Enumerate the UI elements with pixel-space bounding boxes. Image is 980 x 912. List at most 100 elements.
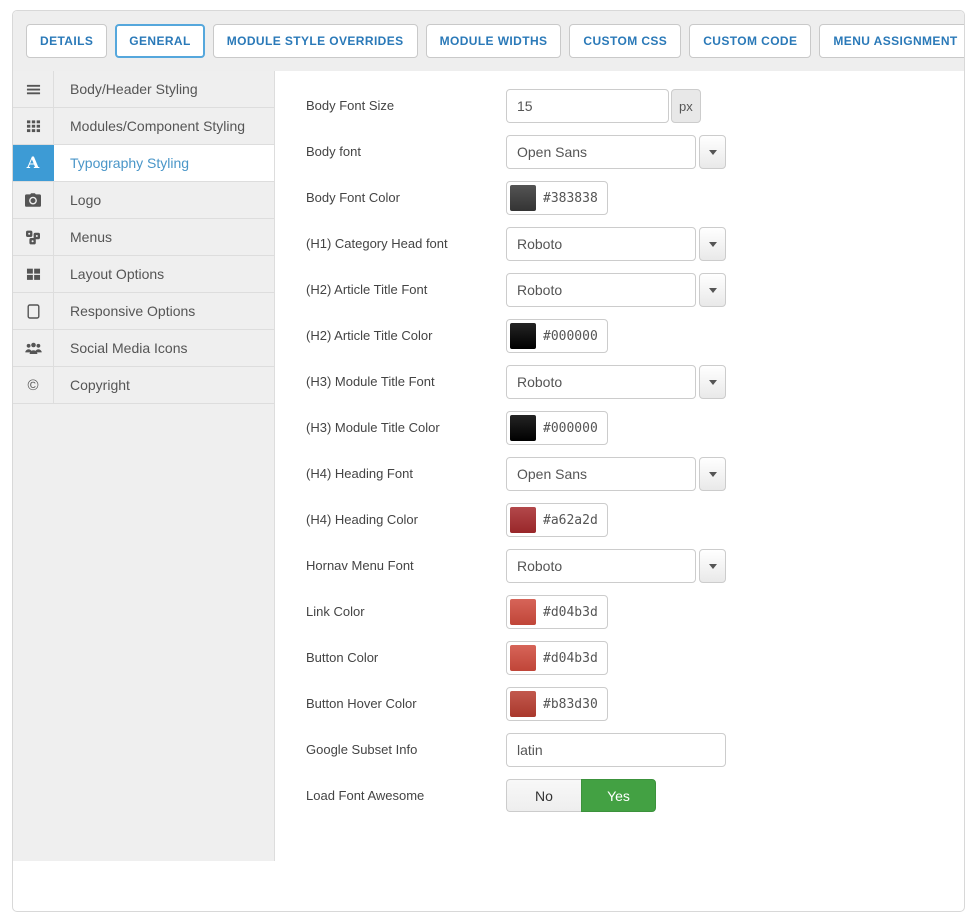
body-font-size-input[interactable]	[506, 89, 669, 123]
sidebar-item-modules-component-styling[interactable]: Modules/Component Styling	[13, 108, 274, 145]
settings-sidebar: Body/Header StylingModules/Component Sty…	[13, 71, 275, 861]
unit-addon: px	[671, 89, 701, 123]
color-swatch[interactable]	[510, 599, 536, 625]
sidebar-item-logo[interactable]: Logo	[13, 182, 274, 219]
hornav-menu-font-select[interactable]: Roboto	[506, 549, 696, 583]
body-font-select[interactable]: Open Sans	[506, 135, 696, 169]
tab-custom-code[interactable]: CUSTOM CODE	[689, 24, 811, 58]
button-hover-color-field[interactable]: #b83d30	[506, 687, 608, 721]
sidebar-item-label: Copyright	[54, 367, 274, 403]
h2-article-title-font-dropdown-button[interactable]	[699, 273, 726, 307]
field-label: Hornav Menu Font	[306, 549, 506, 583]
h4-heading-font-dropdown-button[interactable]	[699, 457, 726, 491]
tab-menu-assignment[interactable]: MENU ASSIGNMENT	[819, 24, 965, 58]
caret-down-icon	[709, 380, 717, 385]
field-label: (H1) Category Head font	[306, 227, 506, 261]
color-hex-value: #a62a2d	[543, 513, 598, 528]
select-value: Roboto	[517, 374, 562, 390]
toggle-no-button[interactable]: No	[506, 779, 581, 812]
body-font-color-field[interactable]: #383838	[506, 181, 608, 215]
sidebar-item-label: Social Media Icons	[54, 330, 274, 366]
color-hex-value: #b83d30	[543, 697, 598, 712]
caret-down-icon	[709, 150, 717, 155]
tab-bar: DETAILSGENERAL MODULE STYLE OVERRIDESMODU…	[13, 11, 964, 71]
color-swatch[interactable]	[510, 507, 536, 533]
h2-article-title-color-field[interactable]: #000000	[506, 319, 608, 353]
field-label: Button Hover Color	[306, 687, 506, 721]
h3-module-title-color-field[interactable]: #000000	[506, 411, 608, 445]
color-hex-value: #000000	[543, 329, 598, 344]
copyright-icon: ©	[13, 367, 54, 403]
sidebar-item-copyright[interactable]: ©Copyright	[13, 367, 274, 404]
tab-general[interactable]: GENERAL	[115, 24, 204, 58]
row-h3-module-title-color: (H3) Module Title Color #000000	[306, 411, 964, 445]
h1-category-head-font-dropdown-button[interactable]	[699, 227, 726, 261]
row-h4-heading-color: (H4) Heading Color #a62a2d	[306, 503, 964, 537]
load-font-awesome-toggle: NoYes	[506, 779, 656, 812]
h2-article-title-font-select[interactable]: Roboto	[506, 273, 696, 307]
tab-module-style-overrides[interactable]: MODULE STYLE OVERRIDES	[213, 24, 418, 58]
color-swatch[interactable]	[510, 323, 536, 349]
sidebar-item-layout-options[interactable]: Layout Options	[13, 256, 274, 293]
field-label: (H2) Article Title Color	[306, 319, 506, 353]
responsive-icon	[13, 293, 54, 329]
bars-icon	[13, 71, 54, 107]
color-hex-value: #d04b3d	[543, 651, 598, 666]
sidebar-item-label: Responsive Options	[54, 293, 274, 329]
color-swatch[interactable]	[510, 415, 536, 441]
h3-module-title-font-dropdown-button[interactable]	[699, 365, 726, 399]
h3-module-title-font-select[interactable]: Roboto	[506, 365, 696, 399]
tab-details[interactable]: DETAILS	[26, 24, 107, 58]
users-icon	[13, 330, 54, 366]
row-button-color: Button Color#d04b3d	[306, 641, 964, 675]
field-label: (H4) Heading Color	[306, 503, 506, 537]
color-swatch[interactable]	[510, 185, 536, 211]
field-label: Link Color	[306, 595, 506, 629]
sidebar-item-body-header-styling[interactable]: Body/Header Styling	[13, 71, 274, 108]
settings-form: Body Font Size px Body font Open Sans Body F…	[275, 71, 964, 861]
color-hex-value: #000000	[543, 421, 598, 436]
color-hex-value: #383838	[543, 191, 598, 206]
tab-custom-css[interactable]: CUSTOM CSS	[569, 24, 681, 58]
menus-icon	[13, 219, 54, 255]
field-label: Body font	[306, 135, 506, 169]
row-load-font-awesome: Load Font AwesomeNoYes	[306, 779, 964, 813]
field-label: (H2) Article Title Font	[306, 273, 506, 307]
sidebar-item-responsive-options[interactable]: Responsive Options	[13, 293, 274, 330]
tab-module-widths[interactable]: MODULE WIDTHS	[426, 24, 562, 58]
field-label: Load Font Awesome	[306, 779, 506, 813]
sidebar-item-label: Typography Styling	[54, 145, 274, 181]
hornav-menu-font-dropdown-button[interactable]	[699, 549, 726, 583]
select-value: Open Sans	[517, 466, 587, 482]
field-label: Body Font Size	[306, 89, 506, 123]
panel-body: Body/Header StylingModules/Component Sty…	[13, 71, 964, 861]
color-swatch[interactable]	[510, 691, 536, 717]
select-value: Roboto	[517, 282, 562, 298]
row-body-font-color: Body Font Color #383838	[306, 181, 964, 215]
h1-category-head-font-select[interactable]: Roboto	[506, 227, 696, 261]
h4-heading-font-select[interactable]: Open Sans	[506, 457, 696, 491]
field-label: (H3) Module Title Font	[306, 365, 506, 399]
sidebar-item-menus[interactable]: Menus	[13, 219, 274, 256]
link-color-field[interactable]: #d04b3d	[506, 595, 608, 629]
field-label: Body Font Color	[306, 181, 506, 215]
button-color-field[interactable]: #d04b3d	[506, 641, 608, 675]
sidebar-item-social-media-icons[interactable]: Social Media Icons	[13, 330, 274, 367]
body-font-dropdown-button[interactable]	[699, 135, 726, 169]
select-value: Open Sans	[517, 144, 587, 160]
google-subset-info-input[interactable]	[506, 733, 726, 767]
caret-down-icon	[709, 242, 717, 247]
caret-down-icon	[709, 564, 717, 569]
toggle-yes-button[interactable]: Yes	[581, 779, 656, 812]
template-settings-panel: DETAILSGENERAL MODULE STYLE OVERRIDESMODU…	[12, 10, 965, 912]
th-icon	[13, 108, 54, 144]
camera-icon	[13, 182, 54, 218]
field-label: (H3) Module Title Color	[306, 411, 506, 445]
color-swatch[interactable]	[510, 645, 536, 671]
row-h3-module-title-font: (H3) Module Title Font Roboto	[306, 365, 964, 399]
field-label: (H4) Heading Font	[306, 457, 506, 491]
sidebar-item-label: Layout Options	[54, 256, 274, 292]
h4-heading-color-field[interactable]: #a62a2d	[506, 503, 608, 537]
row-button-hover-color: Button Hover Color #b83d30	[306, 687, 964, 721]
sidebar-item-typography-styling[interactable]: ATypography Styling	[13, 145, 274, 182]
